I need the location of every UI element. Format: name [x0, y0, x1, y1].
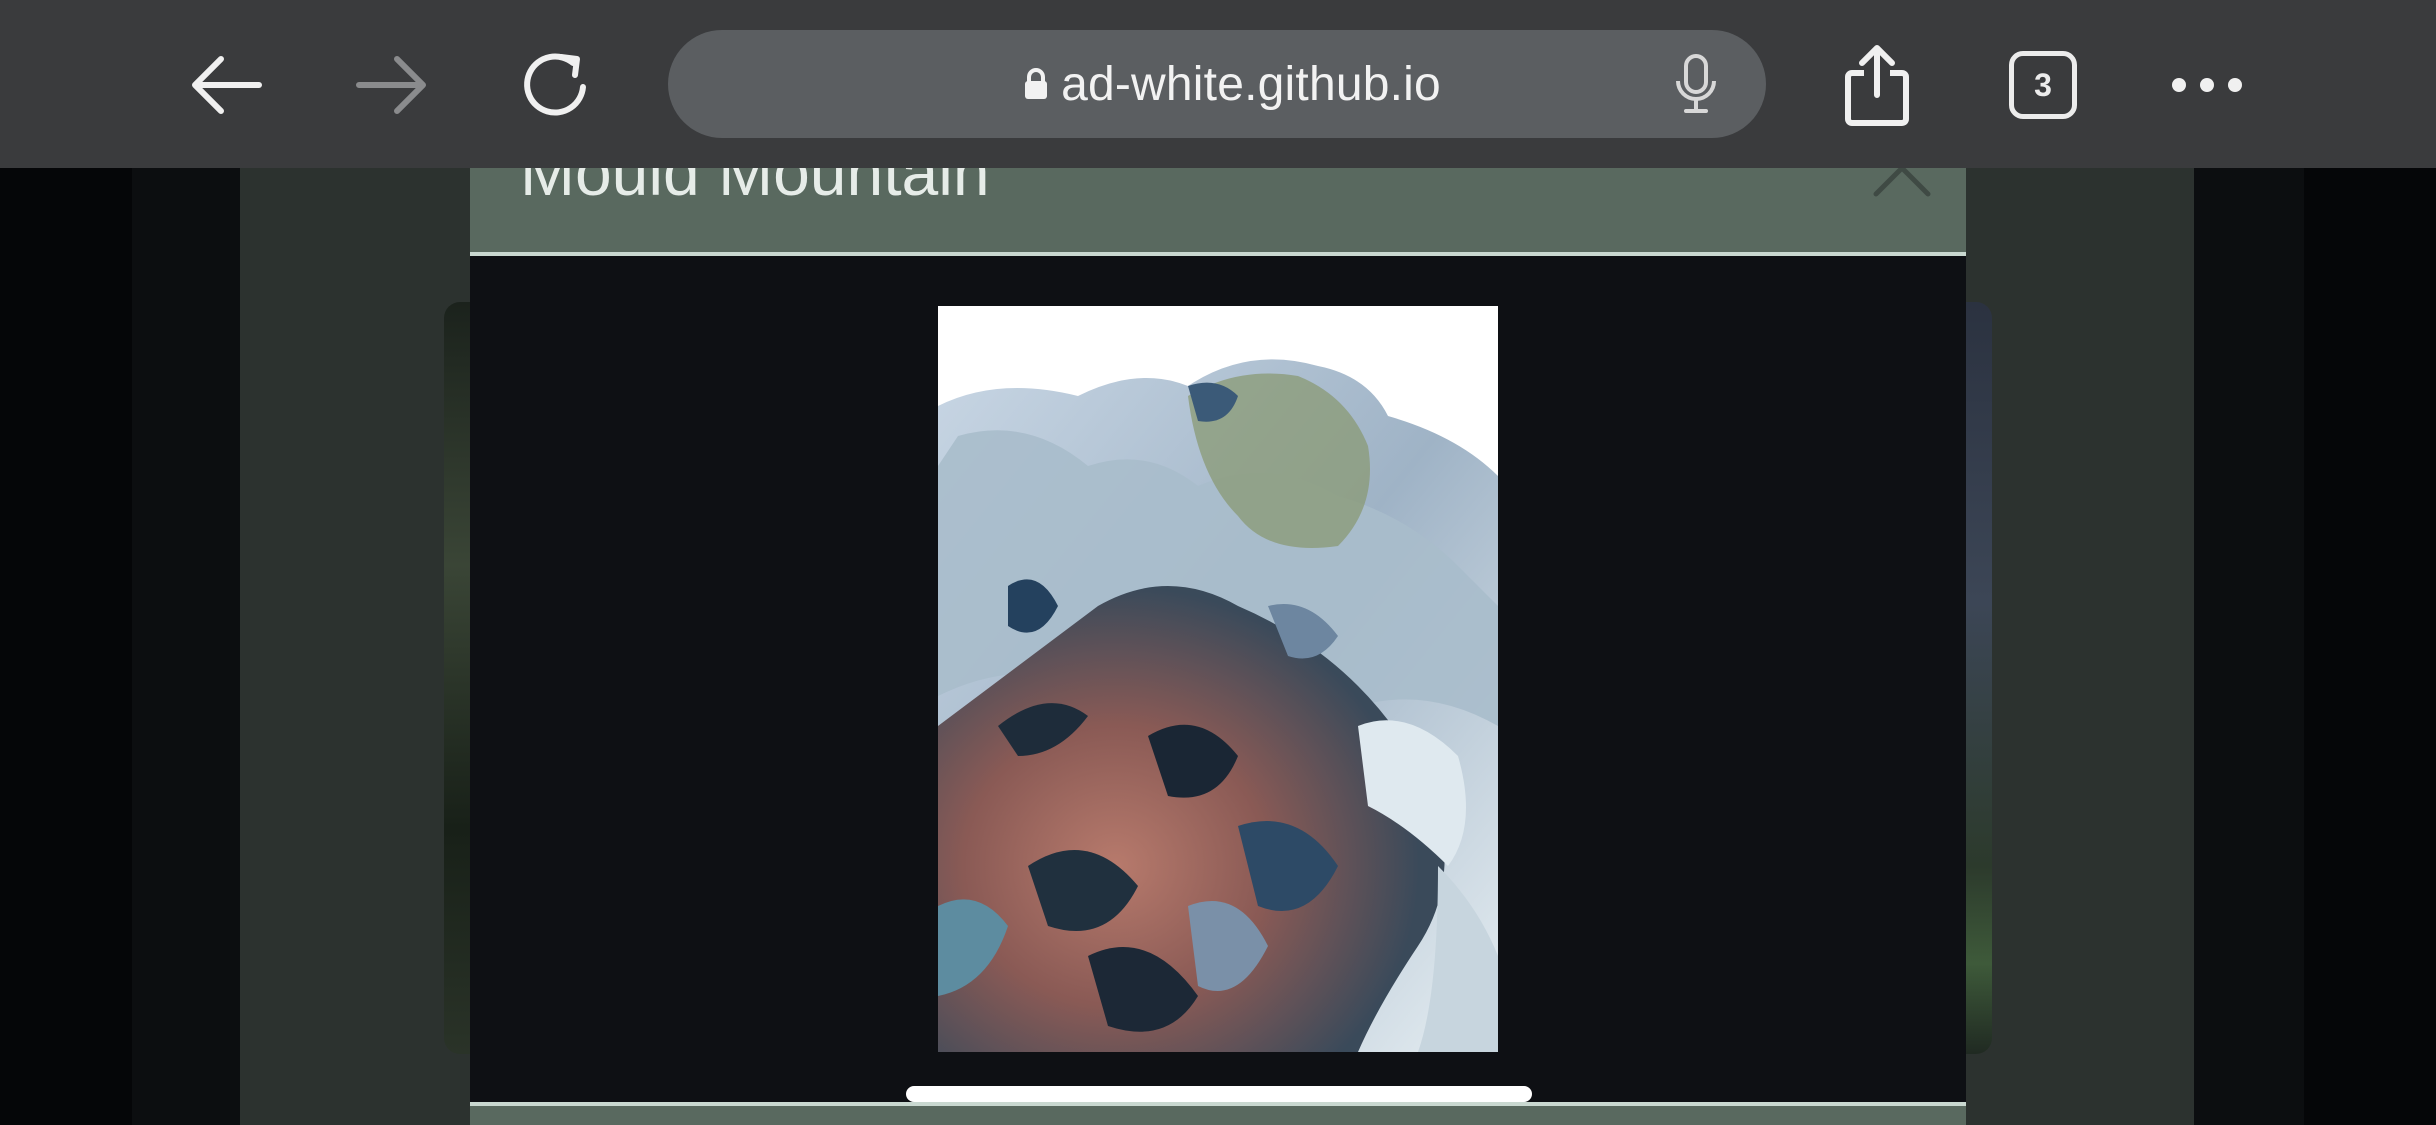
address-content: ad-white.github.io — [1023, 57, 1441, 112]
more-button[interactable] — [2152, 30, 2262, 140]
close-button[interactable] — [1862, 168, 1942, 208]
modal-title: Mould Mountain — [520, 168, 990, 209]
modal-footer — [470, 1102, 1966, 1125]
artwork-image[interactable] — [938, 306, 1498, 1052]
forward-button[interactable] — [336, 30, 446, 140]
home-indicator[interactable] — [906, 1086, 1532, 1102]
arrow-right-icon — [356, 56, 426, 114]
lock-icon — [1025, 68, 1048, 99]
reload-button[interactable] — [502, 30, 612, 140]
tab-count: 3 — [2034, 66, 2052, 103]
tabs-button[interactable]: 3 — [1988, 30, 2098, 140]
microphone-button[interactable] — [1664, 52, 1728, 116]
mould-mountain-picture — [938, 306, 1498, 1052]
arrow-left-icon — [192, 56, 262, 114]
url-text: ad-white.github.io — [1061, 57, 1441, 111]
close-icon — [1873, 168, 1931, 197]
reload-icon — [524, 53, 586, 116]
share-icon — [1845, 45, 1909, 126]
browser-toolbar: ad-white.github.io 3 — [0, 0, 2436, 168]
back-button[interactable] — [172, 30, 282, 140]
modal-header: Mould Mountain — [470, 168, 1966, 256]
more-dots-icon — [2172, 78, 2242, 92]
microphone-icon — [1676, 54, 1716, 113]
share-button[interactable] — [1822, 30, 1932, 140]
address-bar[interactable]: ad-white.github.io — [668, 30, 1766, 138]
tabs-icon: 3 — [2009, 51, 2077, 119]
